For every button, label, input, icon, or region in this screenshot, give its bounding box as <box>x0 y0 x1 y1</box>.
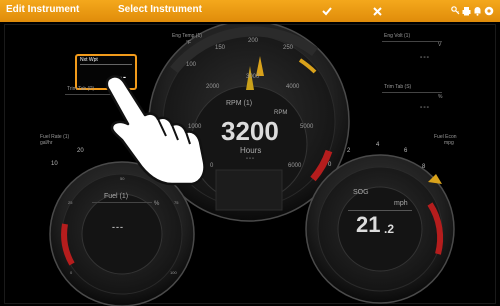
fuel-tick-0: 0 <box>70 270 73 275</box>
trim-tab-s-label: Trim Tab (S) <box>384 84 412 90</box>
temp-tick-100: 100 <box>186 62 197 68</box>
sog-tick-2: 2 <box>347 148 351 154</box>
rpm-tick-0: 0 <box>210 163 214 169</box>
sog-tick-8: 8 <box>422 164 426 170</box>
pointing-hand-icon <box>105 75 206 186</box>
sog-rule <box>348 210 412 211</box>
fuel-label: Fuel (1) <box>104 193 129 200</box>
settings-icon[interactable] <box>483 2 495 20</box>
fuel-rate-tick-10: 10 <box>51 161 58 167</box>
sog-value-main: 21 <box>356 212 381 237</box>
eng-temp-unit: °F <box>186 40 192 46</box>
top-toolbar: Edit Instrument Select Instrument <box>0 0 500 22</box>
print-icon[interactable] <box>461 2 471 20</box>
nxt-wpt-label: Nxt Wpt <box>80 57 98 63</box>
checkmark-icon[interactable] <box>318 2 336 20</box>
nxt-wpt-rule <box>80 64 132 65</box>
trim-tab-p-label: Trim Tab (P) <box>67 86 95 92</box>
key-icon[interactable] <box>450 2 460 20</box>
temp-tick-250: 250 <box>283 45 294 51</box>
fuel-rule <box>92 202 152 203</box>
fuel-tick-75: 75 <box>174 200 179 205</box>
temp-tick-150: 150 <box>215 45 226 51</box>
fuel-econ-unit: mpg <box>444 140 454 146</box>
sog-tick-0: 0 <box>328 162 332 168</box>
hours-label: Hours <box>240 146 262 155</box>
sog-tick-4: 4 <box>376 142 380 148</box>
eng-temp-label: Eng Temp (1) <box>172 33 202 39</box>
temp-tick-200: 200 <box>248 38 259 44</box>
x-icon[interactable] <box>368 2 386 20</box>
fuel-tick-25: 25 <box>68 200 73 205</box>
sog-tick-6: 6 <box>404 148 408 154</box>
select-instrument-button[interactable]: Select Instrument <box>118 4 202 15</box>
rpm-tick-5000: 5000 <box>300 124 314 130</box>
eng-volt-value: --- <box>420 54 430 61</box>
rpm-tick-6000: 6000 <box>288 163 302 169</box>
eng-volt-unit: V <box>438 42 442 48</box>
trim-tab-s-value: --- <box>420 104 430 111</box>
eng-volt-rule <box>382 41 442 42</box>
sog-value-decimal: .2 <box>384 222 395 236</box>
bell-icon[interactable] <box>472 2 482 20</box>
trim-tab-s-unit: % <box>438 94 443 100</box>
rpm-value: 3200 <box>221 116 279 146</box>
fuel-rate-tick-20: 20 <box>77 148 84 154</box>
eng-volt-label: Eng Volt (1) <box>384 33 411 39</box>
trim-tab-s-rule <box>382 92 442 93</box>
rpm-label: RPM (1) <box>226 100 253 107</box>
rpm-tick-3000: 3000 <box>246 74 260 80</box>
fuel-unit: % <box>154 201 160 207</box>
fuel-rate-unit: gal/hr <box>40 140 53 146</box>
sog-label: SOG <box>353 189 369 196</box>
instrument-dashboard: Nxt Wpt --- Eng Temp (1) °F 100 150 200 … <box>10 24 490 306</box>
rpm-tick-4000: 4000 <box>286 84 300 90</box>
edit-instrument-title: Edit Instrument <box>6 4 80 15</box>
hours-value: --- <box>246 156 255 162</box>
fuel-value: --- <box>112 222 124 232</box>
fuel-tick-100: 100 <box>170 270 177 275</box>
sog-unit: mph <box>394 200 408 207</box>
rpm-tick-2000: 2000 <box>206 84 220 90</box>
